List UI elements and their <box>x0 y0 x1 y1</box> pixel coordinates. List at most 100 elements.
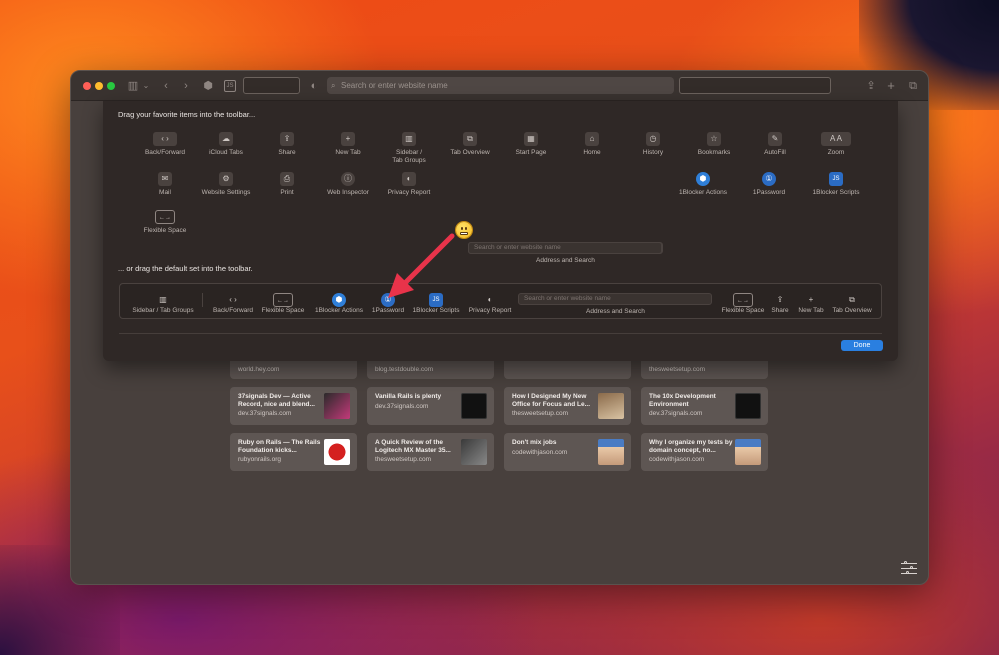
card-thumbnail <box>324 393 350 419</box>
palette-address-label: Address and Search <box>536 257 595 264</box>
palette-item-label: iCloud Tabs <box>209 149 243 156</box>
default-toolbar-set[interactable]: ▥ Sidebar / Tab Groups ‹ › Back/Forward … <box>119 283 882 319</box>
share-icon[interactable]: ⇪ <box>866 79 876 93</box>
card-url: thesweetsetup.com <box>649 366 706 373</box>
gear-icon: ⚙ <box>219 172 233 186</box>
grid-icon: ▦ <box>524 132 538 146</box>
address-placeholder: Search or enter website name <box>524 295 611 302</box>
default-item-sidebar: ▥ Sidebar / Tab Groups <box>128 293 198 315</box>
list-item[interactable]: Vanilla Rails is plenty dev.37signals.co… <box>367 387 494 425</box>
palette-item-web-inspector[interactable]: ⓘ Web Inspector <box>313 172 383 197</box>
card-url: thesweetsetup.com <box>512 410 569 417</box>
minimize-button[interactable] <box>95 82 103 90</box>
tab-overview-icon[interactable]: ⧉ <box>907 79 919 93</box>
palette-item-zoom[interactable]: A A Zoom <box>801 132 871 157</box>
1blocker-icon: ⬢ <box>332 293 346 307</box>
share-icon: ⇪ <box>280 132 294 146</box>
palette-item-label: Home <box>583 149 601 156</box>
js-icon: JS <box>429 293 443 307</box>
clock-icon: ◷ <box>646 132 660 146</box>
palette-item-label: Start Page <box>515 149 547 156</box>
customize-start-page-icon[interactable] <box>901 561 917 575</box>
shield-icon: ◐ <box>487 295 493 304</box>
list-item[interactable]: The 10x Development Environment dev.37si… <box>641 387 768 425</box>
palette-item-new-tab[interactable]: + New Tab <box>313 132 383 157</box>
sidebar-icon: ▥ <box>159 295 167 304</box>
palette-item-icloud-tabs[interactable]: ☁ iCloud Tabs <box>191 132 261 157</box>
palette-item-label: History <box>642 149 664 156</box>
palette-item-label-line2: Tab Groups <box>392 157 426 164</box>
card-title: Ruby on Rails — The Rails Foundation kic… <box>238 439 321 454</box>
palette-item-label: Sidebar / <box>395 149 423 156</box>
card-url: thesweetsetup.com <box>375 456 432 463</box>
palette-item-label: Print <box>280 189 294 196</box>
card-thumbnail <box>598 439 624 465</box>
chevron-down-icon[interactable]: ⌄ <box>142 79 150 93</box>
forward-icon[interactable]: › <box>181 79 191 93</box>
palette-item-label: Back/Forward <box>144 149 186 156</box>
autofill-icon: ✎ <box>768 132 782 146</box>
zoom-button[interactable] <box>107 82 115 90</box>
palette-item-tab-overview[interactable]: ⧉ Tab Overview <box>435 132 505 157</box>
home-icon: ⌂ <box>585 132 599 146</box>
palette-item-autofill[interactable]: ✎ AutoFill <box>740 132 810 157</box>
card-url: world.hey.com <box>238 366 280 373</box>
back-icon[interactable]: ‹ <box>161 79 171 93</box>
shield-icon[interactable]: ◐ <box>309 79 319 93</box>
done-button[interactable]: Done <box>841 340 883 351</box>
address-bar[interactable]: ⌕ Search or enter website name <box>327 77 674 94</box>
close-button[interactable] <box>83 82 91 90</box>
palette-item-label: New Tab <box>335 149 361 156</box>
palette-item-start-page[interactable]: ▦ Start Page <box>496 132 566 157</box>
palette-item-label: Share <box>278 149 296 156</box>
palette-item-history[interactable]: ◷ History <box>618 132 688 157</box>
list-item[interactable]: Don't mix jobs codewithjason.com <box>504 433 631 471</box>
card-url: dev.37signals.com <box>649 410 703 417</box>
palette-item-share[interactable]: ⇪ Share <box>252 132 322 157</box>
search-icon: ⌕ <box>331 81 336 90</box>
card-title: A Quick Review of the Logitech MX Master… <box>375 439 451 454</box>
palette-item-1blocker-actions[interactable]: ⬢ 1Blocker Actions <box>668 172 738 197</box>
palette-item-label: 1Blocker Actions <box>678 189 728 196</box>
tab-overview-icon: ⧉ <box>463 132 477 146</box>
info-icon: ⓘ <box>341 172 355 186</box>
palette-item-1password[interactable]: ① 1Password <box>734 172 804 197</box>
default-item-label: Sidebar / Tab Groups <box>132 307 194 314</box>
card-url: dev.37signals.com <box>238 410 292 417</box>
palette-item-label: Bookmarks <box>697 149 731 156</box>
card-url: blog.testdouble.com <box>375 366 434 373</box>
list-item[interactable]: 37signals Dev — Active Record, nice and … <box>230 387 357 425</box>
card-title: 37signals Dev — Active Record, nice and … <box>238 393 315 408</box>
list-item[interactable]: A Quick Review of the Logitech MX Master… <box>367 433 494 471</box>
palette-item-1blocker-scripts[interactable]: JS 1Blocker Scripts <box>801 172 871 197</box>
palette-item-mail[interactable]: ✉ Mail <box>130 172 200 197</box>
palette-item-website-settings[interactable]: ⚙ Website Settings <box>191 172 261 197</box>
list-item[interactable]: Ruby on Rails — The Rails Foundation kic… <box>230 433 357 471</box>
plus-icon[interactable]: + <box>886 79 896 93</box>
card-thumbnail <box>735 439 761 465</box>
palette-item-sidebar[interactable]: ▥ Sidebar / Tab Groups <box>374 132 444 165</box>
list-item[interactable]: Why I organize my tests by domain concep… <box>641 433 768 471</box>
default-item-label: Privacy Report <box>468 307 512 314</box>
card-thumbnail <box>598 393 624 419</box>
js-icon[interactable]: JS <box>224 80 236 92</box>
palette-item-label: 1Blocker Scripts <box>812 189 860 196</box>
palette-address-field[interactable]: Search or enter website name <box>468 242 662 254</box>
palette-item-back-forward[interactable]: ‹ › Back/Forward <box>130 132 200 157</box>
palette-item-bookmarks[interactable]: ☆ Bookmarks <box>679 132 749 157</box>
plus-icon: + <box>341 132 355 146</box>
palette-item-print[interactable]: ⎙ Print <box>252 172 322 197</box>
sidebar-icon[interactable]: ▥ <box>127 79 139 93</box>
safari-window: ▥ ⌄ ‹ › ⬢ JS ◐ ⌕ Search or enter website… <box>70 70 929 585</box>
palette-item-label: 1Password <box>752 189 786 196</box>
toolbar-placeholder-slot <box>679 77 831 94</box>
tab-overview-icon: ⧉ <box>849 295 855 304</box>
mail-icon: ✉ <box>158 172 172 186</box>
card-url: dev.37signals.com <box>375 403 429 410</box>
palette-item-privacy-report[interactable]: ◐ Privacy Report <box>374 172 444 197</box>
js-icon: JS <box>829 172 843 186</box>
1blocker-icon[interactable]: ⬢ <box>202 79 214 93</box>
list-item[interactable]: How I Designed My New Office for Focus a… <box>504 387 631 425</box>
palette-item-home[interactable]: ⌂ Home <box>557 132 627 157</box>
palette-item-flexible-space[interactable]: ←→ Flexible Space <box>130 210 200 235</box>
